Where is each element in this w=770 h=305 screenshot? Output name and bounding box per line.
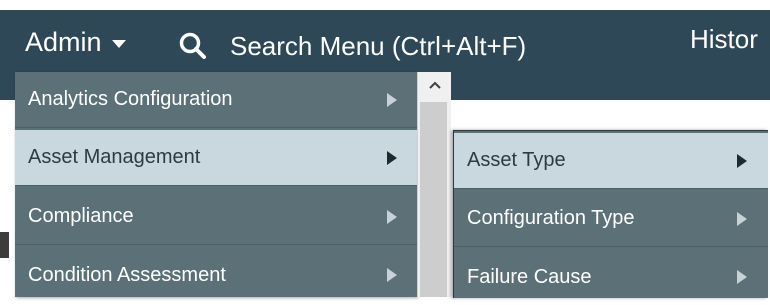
chevron-right-icon	[387, 93, 397, 107]
caret-down-icon	[111, 40, 126, 48]
chevron-right-icon	[387, 210, 397, 224]
chevron-right-icon	[387, 151, 397, 165]
chevron-up-icon[interactable]	[418, 72, 451, 98]
submenu-item-configuration-type[interactable]: Configuration Type	[454, 191, 768, 247]
menu-item-analytics-configuration[interactable]: Analytics Configuration	[15, 72, 417, 128]
chevron-right-icon	[737, 212, 747, 226]
menu-item-label: Asset Management	[28, 146, 201, 168]
scroll-up-arrow-icon	[428, 81, 441, 89]
menu-item-asset-management[interactable]: Asset Management	[15, 130, 417, 186]
menu-scrollbar[interactable]	[417, 72, 451, 297]
submenu-item-label: Failure Cause	[467, 265, 592, 288]
menu-item-label: Condition Assessment	[28, 263, 226, 286]
search-icon[interactable]	[178, 31, 208, 61]
submenu-item-label: Configuration Type	[467, 207, 635, 229]
background-edge-fragment	[0, 232, 9, 258]
submenu-item-asset-type[interactable]: Asset Type	[454, 133, 768, 189]
menu-item-label: Compliance	[28, 205, 134, 227]
admin-dropdown-menu: Analytics Configuration Asset Management…	[15, 72, 417, 297]
asset-management-submenu: Asset Type Configuration Type Failure Ca…	[453, 130, 768, 298]
chevron-right-icon	[387, 268, 397, 282]
menu-item-label: Analytics Configuration	[28, 88, 233, 110]
search-menu	[174, 20, 636, 73]
top-navigation-bar: Admin Histor	[0, 10, 770, 73]
admin-label: Admin	[25, 27, 102, 57]
chevron-right-icon	[737, 154, 747, 168]
admin-menu-button[interactable]: Admin	[25, 27, 126, 58]
history-menu-button[interactable]: Histor	[690, 24, 758, 55]
submenu-item-label: Asset Type	[467, 149, 566, 171]
chevron-right-icon	[737, 270, 747, 284]
menu-item-compliance[interactable]: Compliance	[15, 189, 417, 245]
menu-item-condition-assessment[interactable]: Condition Assessment	[15, 247, 417, 303]
search-menu-input[interactable]	[230, 30, 630, 62]
scrollbar-thumb[interactable]	[420, 102, 447, 297]
